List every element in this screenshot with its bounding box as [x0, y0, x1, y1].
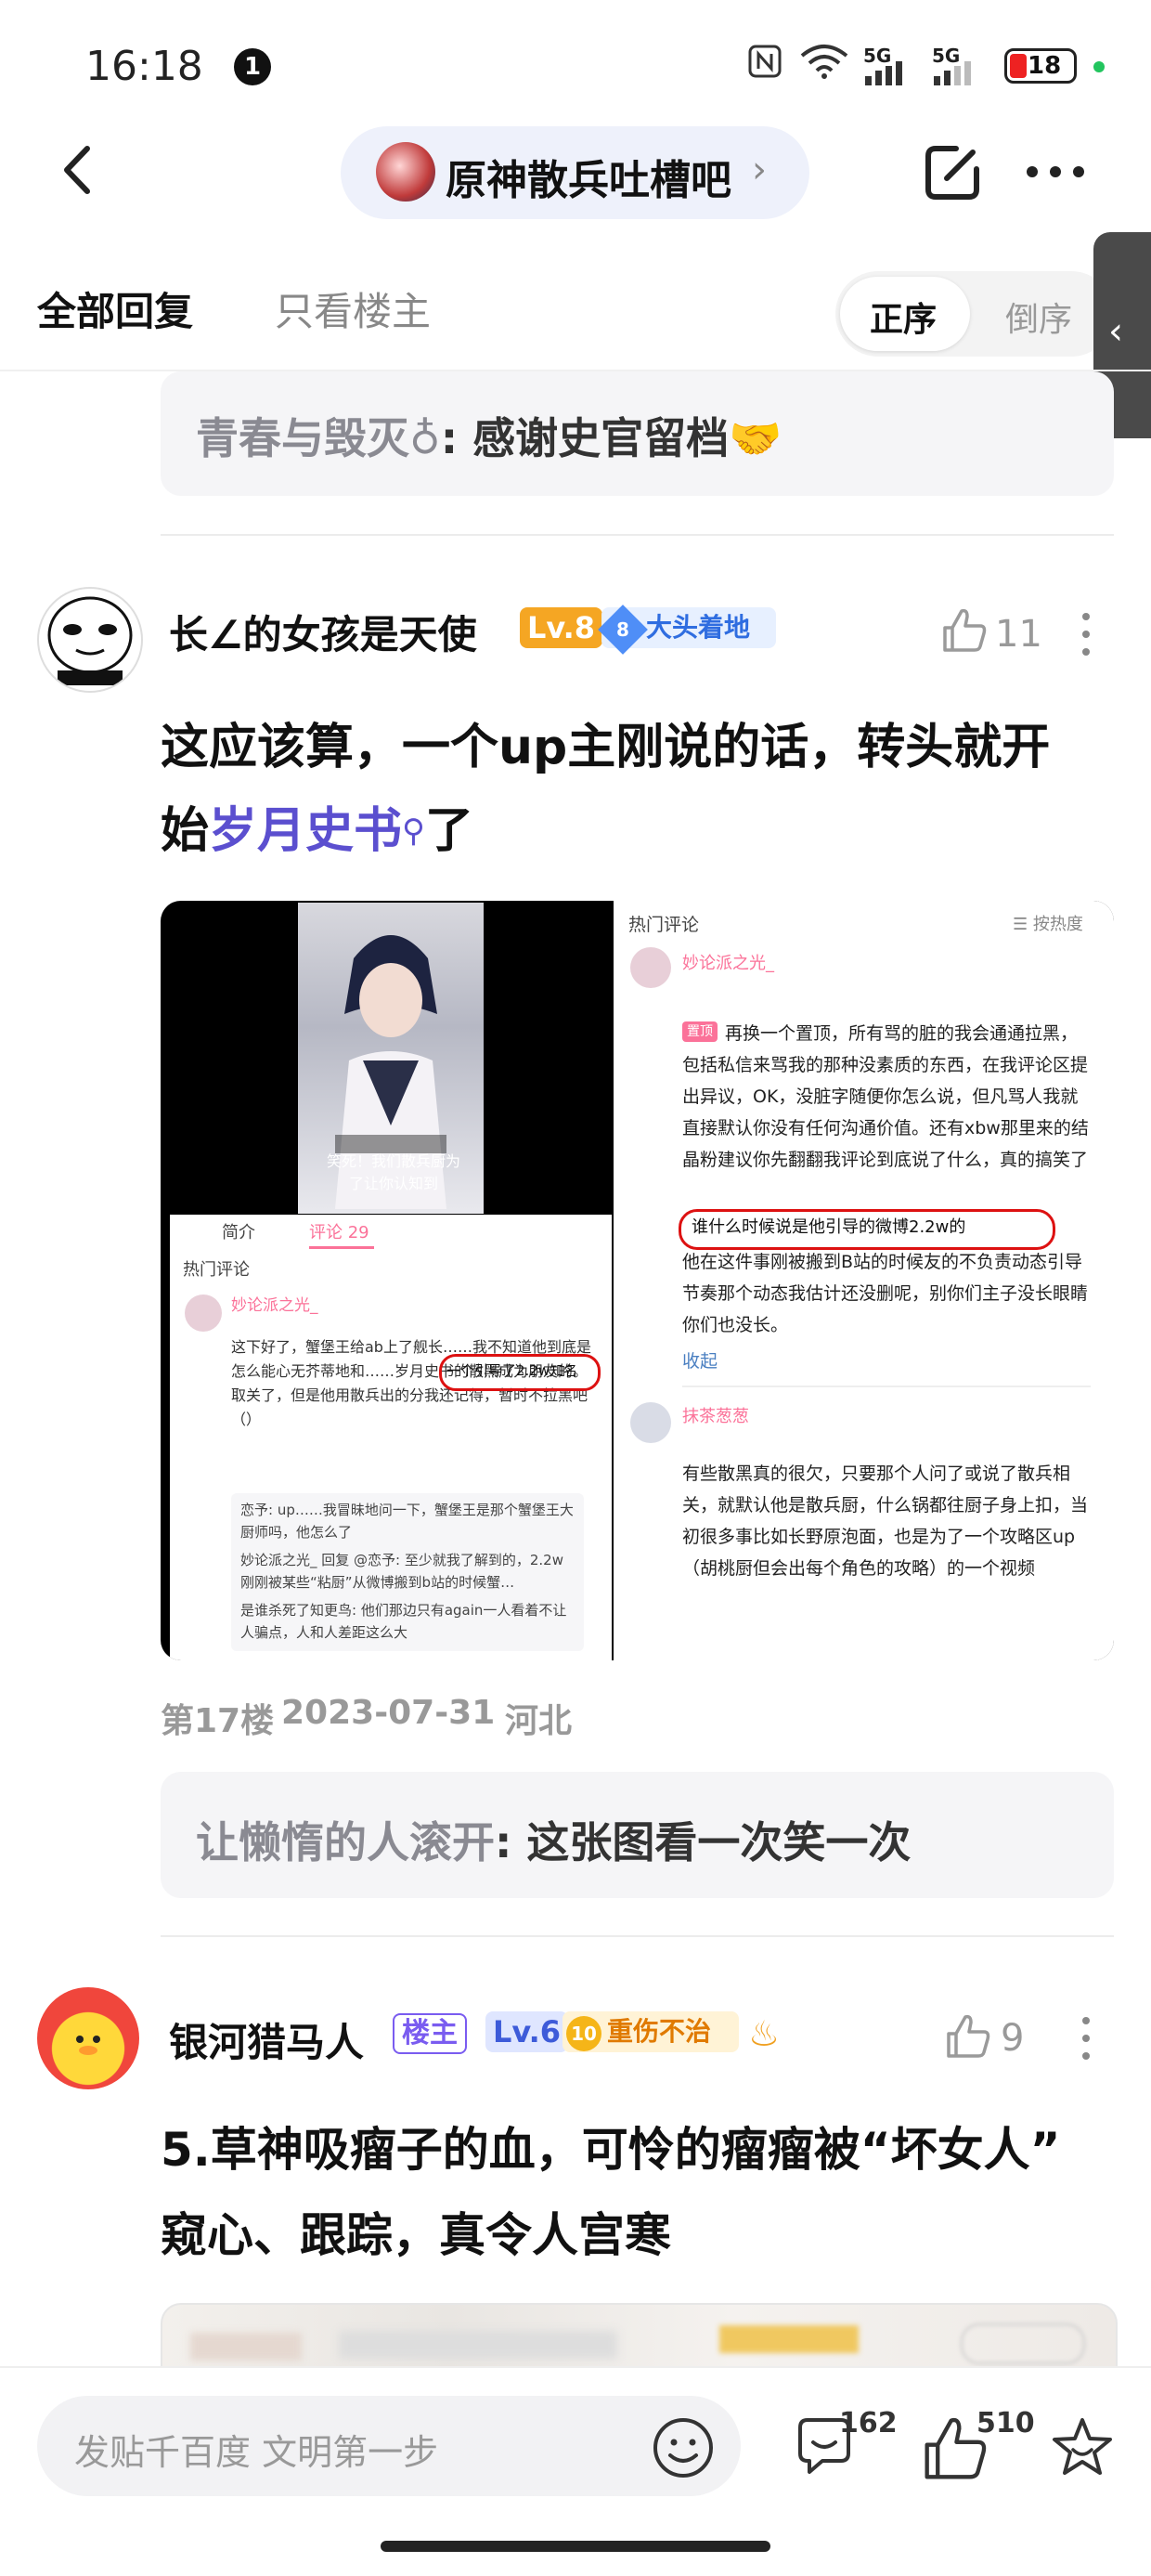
post-username[interactable]: 长∠的女孩是天使: [169, 604, 477, 660]
right-divider: [682, 1386, 1091, 1387]
op-tag: 楼主: [393, 2013, 467, 2054]
like-total-count: 510: [976, 2407, 1035, 2439]
honor-badge-text: 大头着地: [646, 612, 751, 643]
sub-reply-user[interactable]: 青春与毁灭♁: [196, 413, 441, 463]
right-commenter-name: 妙论派之光_: [682, 954, 774, 973]
home-indicator[interactable]: [381, 2541, 770, 2552]
post-floor: 第17楼: [161, 1702, 275, 1740]
battery-icon: 18: [1004, 48, 1077, 84]
chevron-left-icon: ‹: [1108, 310, 1123, 353]
post-image-preview[interactable]: [161, 2303, 1118, 2370]
level-badge: Lv.8: [520, 607, 603, 648]
honor-badge: 8 大头着地: [598, 605, 776, 655]
forum-avatar[interactable]: [376, 142, 435, 202]
sticker-icon: ♨: [748, 2013, 781, 2054]
blurred-content: [339, 2331, 617, 2359]
left-commenter-name: 妙论派之光_: [231, 1296, 318, 1315]
rank-medal-icon: 10: [566, 2016, 601, 2051]
post-image[interactable]: 笑死！我们散兵厨为了让你认知到 简介 评论 29 热门评论 妙论派之光_ 这下好…: [161, 901, 1114, 1660]
left-tab-underline: [309, 1246, 374, 1249]
sub-reply-text: : 这张图看一次笑一次: [495, 1817, 912, 1867]
left-commenter-avatar: [185, 1295, 222, 1332]
signal-bars-1-icon: [863, 61, 904, 89]
post-body-line-1: 5.草神吸瘤子的血，可怜的瘤瘤被“坏女人”: [161, 2123, 1061, 2177]
left-reply-2: 妙论派之光_ 回复 @恋予: 至少就我了解到的，2.2w刚刚被某些“粘厨”从微博…: [240, 1552, 563, 1591]
divider: [161, 534, 1114, 536]
sub-reply-text: : 感谢史官留档: [440, 413, 730, 463]
notification-badge: 1: [234, 48, 271, 85]
forum-name[interactable]: 原神散兵吐槽吧: [446, 147, 731, 206]
blurred-content: [961, 2323, 1085, 2364]
video-caption: 笑死！我们散兵厨为了让你认知到: [326, 1152, 460, 1192]
like-count: 11: [995, 613, 1042, 656]
right-comment-panel: 热门评论 ☰ 按热度 妙论派之光_ 置顶 再换一个置顶，所有骂的脏的我会通通拉黑…: [614, 901, 1114, 1660]
post-more-icon[interactable]: [1080, 2015, 1092, 2065]
more-options-icon[interactable]: [1023, 149, 1088, 195]
right-hot-label: 热门评论: [628, 915, 700, 935]
favorite-star-icon[interactable]: [1047, 2413, 1118, 2487]
user-avatar[interactable]: [37, 587, 143, 693]
battery-level: 18: [1028, 52, 1062, 80]
nfc-icon: [746, 43, 783, 88]
edit-icon[interactable]: [919, 139, 986, 206]
handshake-emoji: 🤝: [729, 413, 782, 463]
post-location: 河北: [505, 1702, 573, 1740]
left-reply-1: 恋予: up……我冒昧地问一下，蟹堡王是那个蟹堡王大厨师吗，他怎么了: [240, 1502, 574, 1541]
user-avatar[interactable]: [37, 1987, 139, 2089]
order-asc-label: 正序: [870, 301, 938, 339]
post-body-line-2: 始岁月史书⚲了: [161, 803, 473, 859]
tab-all-replies[interactable]: 全部回复: [37, 280, 193, 337]
right-commenter-2-avatar: [630, 1402, 671, 1443]
post-body-line-1: 这应该算，一个up主刚说的话，转头就开: [161, 720, 1051, 775]
blurred-content: [190, 2333, 302, 2361]
right-commenter-avatar: [630, 947, 671, 988]
like-count: 9: [1001, 2017, 1025, 2060]
left-reply-box: 恋予: up……我冒昧地问一下，蟹堡王是那个蟹堡王大厨师吗，他怎么了 妙论派之光…: [231, 1493, 584, 1651]
privacy-indicator-dot: [1093, 61, 1105, 72]
chevron-right-icon: ›: [752, 149, 767, 191]
like-icon[interactable]: [939, 605, 989, 659]
search-icon[interactable]: ⚲: [402, 813, 425, 850]
like-icon[interactable]: [943, 2011, 993, 2065]
right-highlight-text: 谁什么时候说是他引导的微博2.2w的: [692, 1217, 966, 1237]
blurred-content: [719, 2325, 859, 2353]
status-time: 16:18: [85, 43, 203, 90]
right-sort-hot: ☰ 按热度: [1013, 915, 1083, 934]
sub-reply-user[interactable]: 让懒惰的人滚开: [196, 1817, 495, 1867]
back-arrow-icon[interactable]: [46, 137, 111, 202]
right-comment-2-text: 有些散黑真的很欠，只要那个人问了或说了散兵相关，就默认他是散兵厨，什么锅都往厨子…: [682, 1464, 1089, 1579]
left-hot-label: 热门评论: [183, 1260, 250, 1280]
left-comment-panel: 简介 评论 29 热门评论 妙论派之光_ 这下好了，蟹堡王给ab上了舰长……我不…: [170, 1215, 612, 1660]
emoji-icon[interactable]: [650, 2414, 717, 2485]
order-desc-button[interactable]: 倒序: [1005, 293, 1072, 341]
wifi-icon: [798, 43, 850, 88]
video-thumbnail[interactable]: 笑死！我们散兵厨为了让你认知到: [298, 903, 484, 1214]
topic-link[interactable]: 岁月史书: [209, 803, 402, 859]
sub-reply-box[interactable]: 青春与毁灭♁: 感谢史官留档🤝: [161, 371, 1114, 496]
comment-count: 162: [839, 2407, 898, 2439]
left-highlight-text: 一个引导了2.2w知名: [446, 1362, 578, 1379]
honor-badge-text: 重伤不治: [607, 2016, 712, 2047]
post-more-icon[interactable]: [1080, 611, 1092, 661]
right-commenter-2-name: 抹茶葱葱: [682, 1407, 749, 1426]
level-badge: Lv.6: [485, 2011, 569, 2052]
tab-op-only[interactable]: 只看楼主: [275, 280, 431, 337]
left-reply-3: 是谁杀死了知更鸟: 他们那边只有again一人看着不让人骗点，人和人差距这么大: [240, 1602, 567, 1641]
rank-diamond-icon: 8: [598, 605, 648, 655]
left-tab-comments: 评论 29: [309, 1223, 369, 1242]
honor-badge: 10 重伤不治: [563, 2011, 739, 2052]
right-comment-text: 再换一个置顶，所有骂的脏的我会通通拉黑，包括私信来骂我的那种没素质的东西，在我评…: [682, 1023, 1089, 1170]
signal-bars-2-icon: [932, 61, 973, 89]
comment-placeholder[interactable]: 发贴千百度 文明第一步: [74, 2424, 438, 2475]
right-comment-tail: 他在这件事刚被搬到B站的时候友的不负责动态引导节奏那个动态我估计还没删呢，别你们…: [682, 1252, 1089, 1335]
post-body-line-2: 窥心、跟踪，真令人宫寒: [161, 2208, 671, 2262]
divider: [161, 1935, 1114, 1937]
left-tab-intro: 简介: [222, 1223, 255, 1242]
post-date: 2023-07-31: [281, 1694, 496, 1732]
collapse-link: 收起: [682, 1351, 718, 1372]
post-username[interactable]: 银河猎马人: [169, 2011, 364, 2068]
sub-reply-box[interactable]: 让懒惰的人滚开: 这张图看一次笑一次: [161, 1772, 1114, 1898]
